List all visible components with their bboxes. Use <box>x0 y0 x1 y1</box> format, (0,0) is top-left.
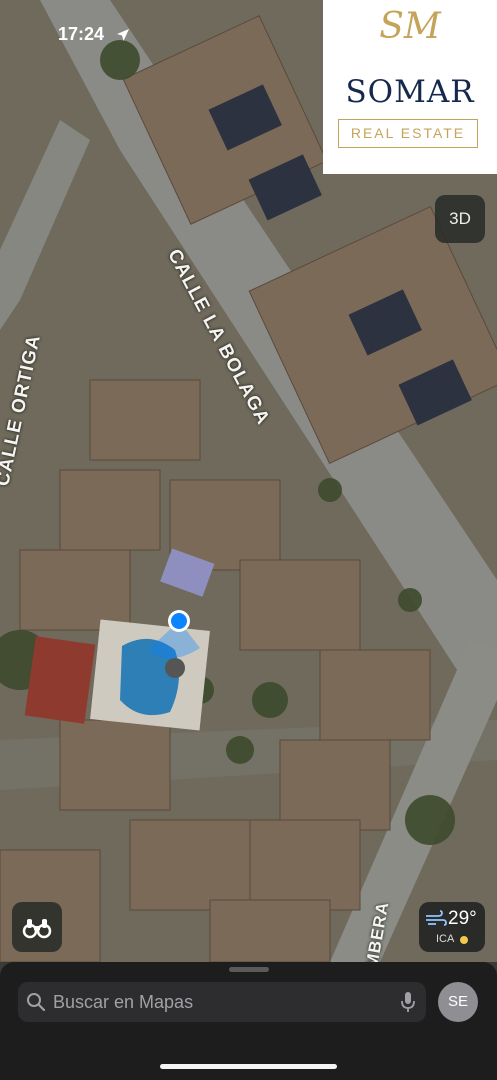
binoculars-icon <box>22 919 52 939</box>
home-indicator[interactable] <box>160 1064 337 1069</box>
weather-widget[interactable]: 29° ICA <box>419 902 485 952</box>
location-arrow-icon <box>117 29 129 41</box>
status-time: 17:24 <box>58 24 105 44</box>
air-quality-label: ICA <box>436 933 455 945</box>
current-location-dot <box>171 613 187 629</box>
microphone-icon[interactable] <box>400 990 416 1014</box>
wind-icon <box>426 910 447 926</box>
account-avatar[interactable]: SE <box>438 982 478 1022</box>
sheet-grabber[interactable] <box>229 967 269 972</box>
brand-tagline: REAL ESTATE <box>338 119 478 148</box>
brand-name: SOMAR <box>345 74 475 110</box>
air-quality-indicator <box>460 936 468 944</box>
look-around-button[interactable] <box>12 902 62 952</box>
weather-temperature: 29° <box>448 908 477 929</box>
brand-logo: SM SOMAR REAL ESTATE <box>323 0 497 174</box>
search-icon <box>27 993 46 1012</box>
search-input[interactable] <box>53 991 383 1013</box>
brand-monogram: SM <box>379 6 441 47</box>
3d-toggle-button[interactable]: 3D <box>435 195 485 243</box>
